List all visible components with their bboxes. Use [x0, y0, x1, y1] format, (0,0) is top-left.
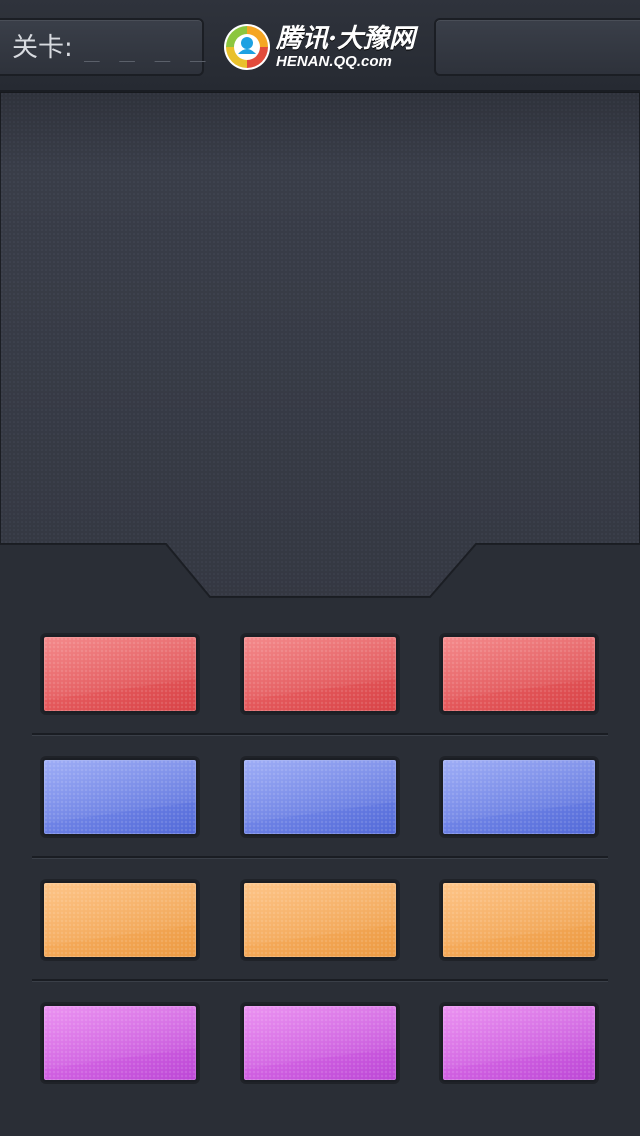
tile-purple[interactable] — [441, 1004, 597, 1082]
tile-purple[interactable] — [42, 1004, 198, 1082]
row-divider — [32, 733, 608, 736]
logo-sub-text: HENAN.QQ.com — [276, 53, 392, 70]
level-value: _ _ _ _ — [84, 33, 208, 63]
right-status-box — [434, 18, 640, 76]
tile-blue[interactable] — [42, 758, 198, 836]
logo-main-text: 腾讯·大豫网 — [276, 24, 416, 54]
row-divider — [32, 856, 608, 859]
level-indicator: 关卡: _ _ _ _ — [0, 18, 206, 76]
tile-tray — [0, 600, 640, 1136]
top-bar: 关卡: _ _ _ _ 腾讯·大豫网 HENAN.QQ.com — [0, 0, 640, 92]
tencent-bird-logo-icon — [224, 24, 270, 70]
tile-blue[interactable] — [441, 758, 597, 836]
tile-orange[interactable] — [441, 881, 597, 959]
tile-red[interactable] — [242, 635, 398, 713]
tile-orange[interactable] — [242, 881, 398, 959]
tile-blue[interactable] — [242, 758, 398, 836]
tile-red[interactable] — [441, 635, 597, 713]
tile-orange[interactable] — [42, 881, 198, 959]
level-label: 关卡: — [12, 33, 73, 63]
board-surface — [0, 92, 640, 598]
row-divider — [32, 979, 608, 982]
tencent-henan-logo: 腾讯·大豫网 HENAN.QQ.com — [222, 20, 422, 76]
game-board[interactable] — [0, 92, 640, 600]
tile-purple[interactable] — [242, 1004, 398, 1082]
tile-red[interactable] — [42, 635, 198, 713]
